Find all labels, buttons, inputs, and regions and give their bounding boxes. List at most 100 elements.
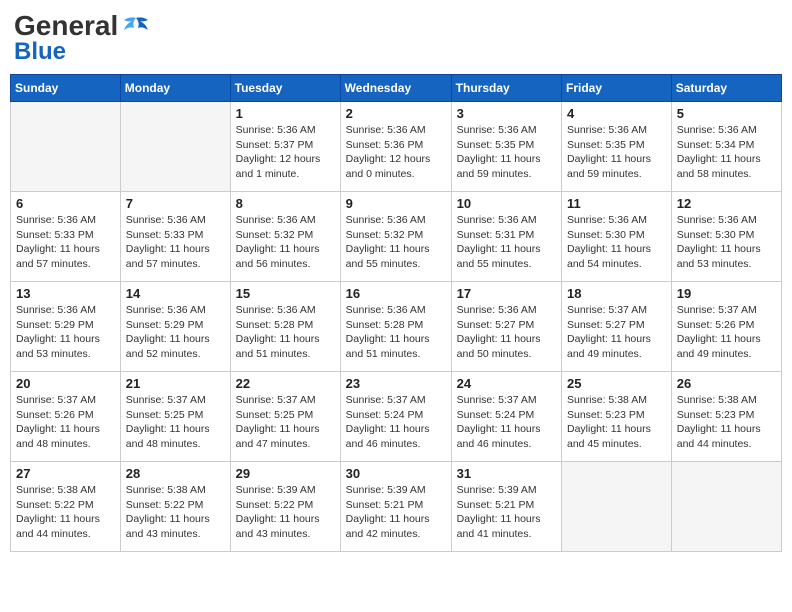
weekday-header-row: SundayMondayTuesdayWednesdayThursdayFrid… (11, 75, 782, 102)
calendar-cell: 26Sunrise: 5:38 AM Sunset: 5:23 PM Dayli… (671, 372, 781, 462)
day-number: 24 (457, 376, 556, 391)
day-number: 28 (126, 466, 225, 481)
day-number: 20 (16, 376, 115, 391)
calendar-table: SundayMondayTuesdayWednesdayThursdayFrid… (10, 74, 782, 552)
day-number: 27 (16, 466, 115, 481)
day-number: 23 (346, 376, 446, 391)
calendar-cell: 6 Sunrise: 5:36 AM Sunset: 5:33 PM Daylig… (11, 192, 121, 282)
day-info: Sunrise: 5:39 AM Sunset: 5:21 PM Dayligh… (457, 483, 556, 542)
calendar-cell: 21Sunrise: 5:37 AM Sunset: 5:25 PM Dayli… (120, 372, 230, 462)
calendar-cell: 18Sunrise: 5:37 AM Sunset: 5:27 PM Dayli… (562, 282, 672, 372)
weekday-header-monday: Monday (120, 75, 230, 102)
calendar-cell: 23 Sunrise: 5:37 AM Sunset: 5:24 PM Dayli… (340, 372, 451, 462)
day-number: 11 (567, 196, 666, 211)
day-number: 21 (126, 376, 225, 391)
day-info: Sunrise: 5:37 AM Sunset: 5:26 PM Dayligh… (677, 303, 776, 362)
calendar-cell: 13 Sunrise: 5:36 AM Sunset: 5:29 PM Dayli… (11, 282, 121, 372)
calendar-cell: 15Sunrise: 5:36 AM Sunset: 5:28 PM Dayli… (230, 282, 340, 372)
calendar-cell: 30 Sunrise: 5:39 AM Sunset: 5:21 PM Dayli… (340, 462, 451, 552)
day-number: 31 (457, 466, 556, 481)
day-number: 9 (346, 196, 446, 211)
day-info: Sunrise: 5:39 AM Sunset: 5:22 PM Dayligh… (236, 483, 335, 542)
day-info: Sunrise: 5:36 AM Sunset: 5:31 PM Dayligh… (457, 213, 556, 272)
logo-blue: Blue (14, 38, 66, 66)
calendar-cell: 27 Sunrise: 5:38 AM Sunset: 5:22 PM Dayli… (11, 462, 121, 552)
day-info: Sunrise: 5:39 AM Sunset: 5:21 PM Dayligh… (346, 483, 446, 542)
day-info: Sunrise: 5:38 AM Sunset: 5:23 PM Dayligh… (677, 393, 776, 452)
day-info: Sunrise: 5:36 AM Sunset: 5:28 PM Dayligh… (346, 303, 446, 362)
calendar-cell: 24 Sunrise: 5:37 AM Sunset: 5:24 PM Dayli… (451, 372, 561, 462)
calendar-cell: 11 Sunrise: 5:36 AM Sunset: 5:30 PM Dayli… (562, 192, 672, 282)
day-number: 22 (236, 376, 335, 391)
week-row-5: 27 Sunrise: 5:38 AM Sunset: 5:22 PM Dayli… (11, 462, 782, 552)
calendar-cell: 29 Sunrise: 5:39 AM Sunset: 5:22 PM Dayli… (230, 462, 340, 552)
day-number: 4 (567, 106, 666, 121)
day-info: Sunrise: 5:36 AM Sunset: 5:27 PM Dayligh… (457, 303, 556, 362)
day-number: 30 (346, 466, 446, 481)
day-number: 7 (126, 196, 225, 211)
calendar-cell: 7 Sunrise: 5:36 AM Sunset: 5:33 PM Daylig… (120, 192, 230, 282)
calendar-cell: 1 Sunrise: 5:36 AM Sunset: 5:37 PM Daylig… (230, 102, 340, 192)
calendar-cell: 3 Sunrise: 5:36 AM Sunset: 5:35 PM Daylig… (451, 102, 561, 192)
calendar-cell: 9 Sunrise: 5:36 AM Sunset: 5:32 PM Daylig… (340, 192, 451, 282)
calendar-cell: 8 Sunrise: 5:36 AM Sunset: 5:32 PM Daylig… (230, 192, 340, 282)
day-number: 8 (236, 196, 335, 211)
weekday-header-thursday: Thursday (451, 75, 561, 102)
calendar-cell (11, 102, 121, 192)
day-info: Sunrise: 5:36 AM Sunset: 5:29 PM Dayligh… (16, 303, 115, 362)
weekday-header-wednesday: Wednesday (340, 75, 451, 102)
calendar-cell (562, 462, 672, 552)
day-info: Sunrise: 5:36 AM Sunset: 5:30 PM Dayligh… (567, 213, 666, 272)
day-number: 2 (346, 106, 446, 121)
day-number: 15 (236, 286, 335, 301)
day-number: 6 (16, 196, 115, 211)
calendar-cell (120, 102, 230, 192)
day-info: Sunrise: 5:36 AM Sunset: 5:32 PM Dayligh… (236, 213, 335, 272)
weekday-header-tuesday: Tuesday (230, 75, 340, 102)
calendar-cell: 4 Sunrise: 5:36 AM Sunset: 5:35 PM Daylig… (562, 102, 672, 192)
day-info: Sunrise: 5:36 AM Sunset: 5:36 PM Dayligh… (346, 123, 446, 182)
weekday-header-saturday: Saturday (671, 75, 781, 102)
day-number: 19 (677, 286, 776, 301)
calendar-cell: 25Sunrise: 5:38 AM Sunset: 5:23 PM Dayli… (562, 372, 672, 462)
day-number: 16 (346, 286, 446, 301)
day-info: Sunrise: 5:36 AM Sunset: 5:35 PM Dayligh… (457, 123, 556, 182)
week-row-1: 1 Sunrise: 5:36 AM Sunset: 5:37 PM Daylig… (11, 102, 782, 192)
day-number: 17 (457, 286, 556, 301)
day-info: Sunrise: 5:37 AM Sunset: 5:26 PM Dayligh… (16, 393, 115, 452)
calendar-cell: 14Sunrise: 5:36 AM Sunset: 5:29 PM Dayli… (120, 282, 230, 372)
day-number: 29 (236, 466, 335, 481)
day-number: 10 (457, 196, 556, 211)
day-info: Sunrise: 5:36 AM Sunset: 5:30 PM Dayligh… (677, 213, 776, 272)
calendar-cell (671, 462, 781, 552)
week-row-3: 13 Sunrise: 5:36 AM Sunset: 5:29 PM Dayli… (11, 282, 782, 372)
calendar-cell: 20 Sunrise: 5:37 AM Sunset: 5:26 PM Dayli… (11, 372, 121, 462)
day-info: Sunrise: 5:36 AM Sunset: 5:33 PM Dayligh… (126, 213, 225, 272)
day-info: Sunrise: 5:37 AM Sunset: 5:24 PM Dayligh… (346, 393, 446, 452)
day-info: Sunrise: 5:36 AM Sunset: 5:29 PM Dayligh… (126, 303, 225, 362)
calendar-cell: 16 Sunrise: 5:36 AM Sunset: 5:28 PM Dayli… (340, 282, 451, 372)
day-info: Sunrise: 5:36 AM Sunset: 5:34 PM Dayligh… (677, 123, 776, 182)
day-number: 5 (677, 106, 776, 121)
day-info: Sunrise: 5:36 AM Sunset: 5:32 PM Dayligh… (346, 213, 446, 272)
calendar-cell: 19 Sunrise: 5:37 AM Sunset: 5:26 PM Dayli… (671, 282, 781, 372)
logo: General Blue (14, 10, 150, 66)
logo-bird-icon (122, 16, 150, 36)
day-number: 3 (457, 106, 556, 121)
day-info: Sunrise: 5:37 AM Sunset: 5:24 PM Dayligh… (457, 393, 556, 452)
day-info: Sunrise: 5:38 AM Sunset: 5:22 PM Dayligh… (16, 483, 115, 542)
weekday-header-friday: Friday (562, 75, 672, 102)
day-number: 18 (567, 286, 666, 301)
calendar-cell: 31 Sunrise: 5:39 AM Sunset: 5:21 PM Dayli… (451, 462, 561, 552)
day-number: 1 (236, 106, 335, 121)
calendar-cell: 22Sunrise: 5:37 AM Sunset: 5:25 PM Dayli… (230, 372, 340, 462)
calendar-cell: 17 Sunrise: 5:36 AM Sunset: 5:27 PM Dayli… (451, 282, 561, 372)
day-info: Sunrise: 5:38 AM Sunset: 5:23 PM Dayligh… (567, 393, 666, 452)
day-info: Sunrise: 5:36 AM Sunset: 5:37 PM Dayligh… (236, 123, 335, 182)
calendar-cell: 2 Sunrise: 5:36 AM Sunset: 5:36 PM Daylig… (340, 102, 451, 192)
day-info: Sunrise: 5:36 AM Sunset: 5:35 PM Dayligh… (567, 123, 666, 182)
day-number: 13 (16, 286, 115, 301)
calendar-cell: 12Sunrise: 5:36 AM Sunset: 5:30 PM Dayli… (671, 192, 781, 282)
day-info: Sunrise: 5:36 AM Sunset: 5:33 PM Dayligh… (16, 213, 115, 272)
day-info: Sunrise: 5:38 AM Sunset: 5:22 PM Dayligh… (126, 483, 225, 542)
